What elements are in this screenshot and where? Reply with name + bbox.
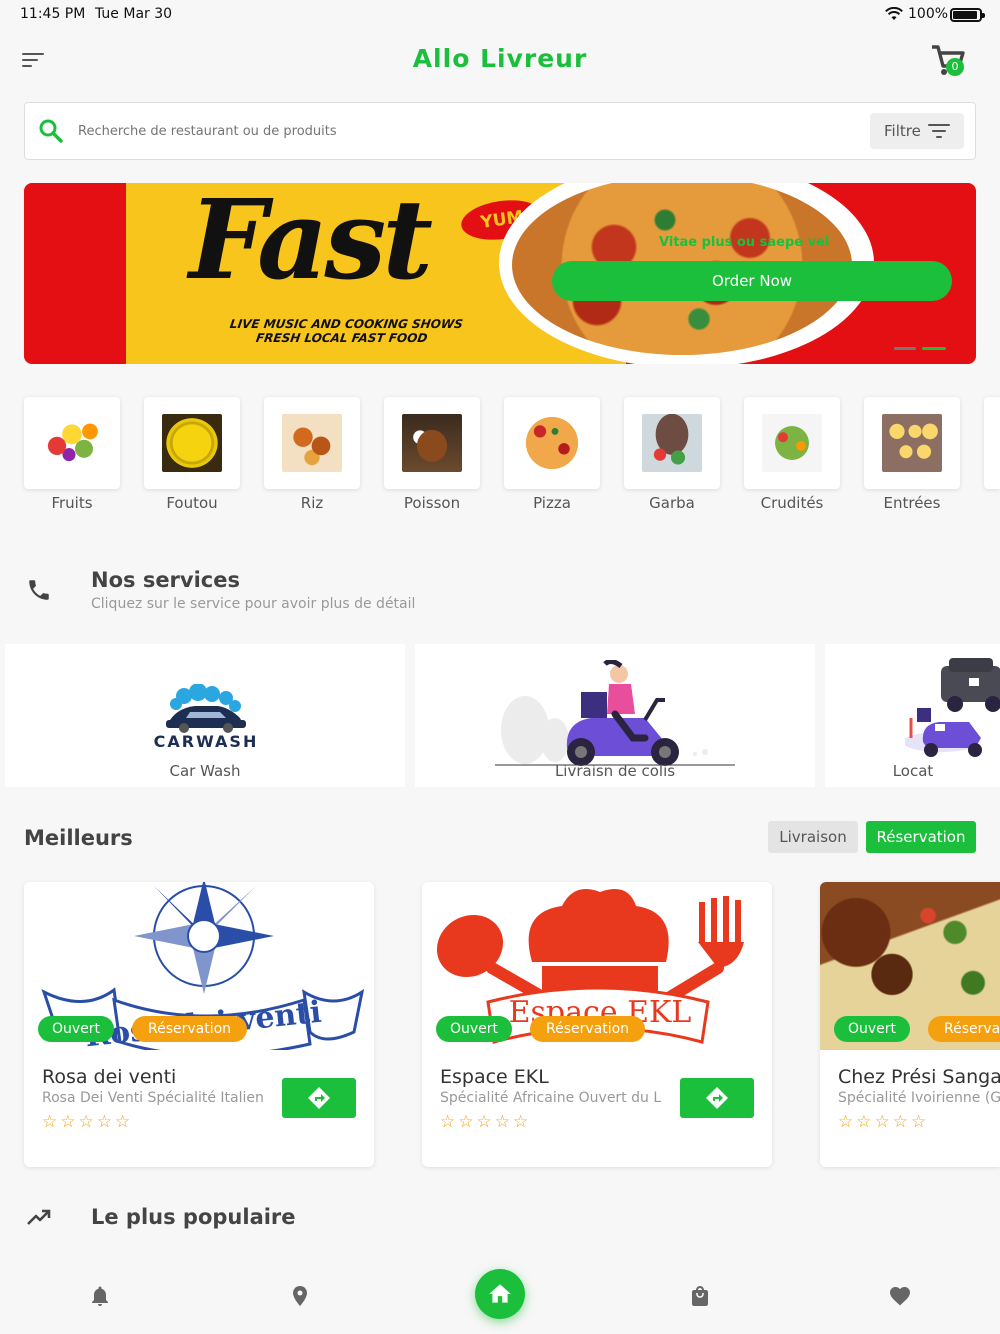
rating-stars: ☆☆☆☆☆ [440, 1112, 532, 1132]
category-label: Crudités [760, 494, 824, 512]
category-label: Foutou [166, 494, 218, 512]
category-label: Poisson [403, 494, 461, 512]
cart-count-badge: 0 [946, 58, 964, 76]
carwash-logo-text: CARWASH [153, 732, 259, 751]
category-card-entrees[interactable] [864, 397, 960, 489]
directions-button[interactable] [282, 1078, 356, 1118]
shopping-bag-icon[interactable] [688, 1284, 712, 1308]
category-card-poisson[interactable] [384, 397, 480, 489]
restaurant-name: Espace EKL [440, 1066, 549, 1088]
app-title: Allo Livreur [412, 44, 588, 73]
badge-open: Ouvert [38, 1016, 115, 1042]
rating-stars: ☆☆☆☆☆ [838, 1112, 930, 1132]
service-card-location[interactable]: Locat [825, 644, 1000, 787]
services-subtitle: Cliquez sur le service pour avoir plus d… [91, 596, 416, 612]
app-root: { "status_bar": {"time": "11:45 PM", "da… [0, 0, 1000, 1334]
category-card-crudites[interactable] [744, 397, 840, 489]
status-bar: 11:45 PM Tue Mar 30 100% [0, 0, 1000, 28]
restaurant-card-presi[interactable]: Ouvert Réserva Chez Prési Sanga Spéciali… [820, 882, 1000, 1167]
wifi-icon [885, 7, 903, 20]
vehicle-rental-icon [905, 658, 1000, 757]
location-pin-icon[interactable] [288, 1284, 312, 1308]
service-label-location: Locat [892, 762, 934, 780]
home-icon [489, 1284, 511, 1303]
best-section-title: Meilleurs [24, 826, 133, 850]
category-card-pizza[interactable] [504, 397, 600, 489]
service-label-carwash: Car Wash [169, 762, 241, 780]
riz-image [282, 414, 342, 472]
badge-reservation: Réservation [132, 1016, 248, 1042]
status-time: 11:45 PM [20, 6, 86, 22]
status-date: Tue Mar 30 [95, 6, 173, 22]
category-label: Entrées [883, 494, 941, 512]
category-card-foutou[interactable] [144, 397, 240, 489]
restaurant-name: Chez Prési Sanga [838, 1066, 1000, 1088]
promo-banner[interactable]: Fast YUM LIVE MUSIC AND COOKING SHOWS FR… [24, 183, 976, 364]
entrees-image [882, 414, 942, 472]
category-card-fruits[interactable] [24, 397, 120, 489]
trending-up-icon [27, 1209, 51, 1225]
banner-tagline-line2: FRESH LOCAL FAST FOOD [255, 331, 429, 345]
rating-stars: ☆☆☆☆☆ [42, 1112, 134, 1132]
order-now-button[interactable]: Order Now [552, 261, 952, 301]
banner-tagline: LIVE MUSIC AND COOKING SHOWS FRESH LOCAL… [227, 317, 464, 345]
category-label: Pizza [533, 494, 571, 512]
directions-icon [308, 1087, 330, 1109]
poisson-image [402, 414, 462, 472]
battery-icon [950, 8, 985, 22]
tab-livraison[interactable]: Livraison [768, 821, 858, 853]
banner-headline: Fast [189, 183, 433, 304]
services-title: Nos services [91, 568, 240, 592]
battery-percent: 100% [908, 6, 949, 22]
crudites-image [762, 414, 822, 472]
restaurant-card-ekl[interactable]: Espace EKL Ouvert Réservation Espace EKL… [422, 882, 772, 1167]
banner-tagline-line1: LIVE MUSIC AND COOKING SHOWS [229, 317, 464, 331]
search-input[interactable] [78, 118, 838, 144]
search-icon[interactable] [38, 118, 64, 144]
garba-image [642, 414, 702, 472]
category-label: Riz [300, 494, 324, 512]
filter-button[interactable]: Filtre [870, 113, 964, 149]
category-label: Garba [649, 494, 695, 512]
tab-reservation[interactable]: Réservation [866, 821, 976, 853]
restaurant-name: Rosa dei venti [42, 1066, 177, 1088]
category-card-partial[interactable] [984, 397, 1000, 489]
home-button[interactable] [475, 1269, 525, 1319]
pizza-image [522, 414, 582, 472]
carousel-dot-2[interactable] [922, 347, 946, 350]
filter-icon [928, 124, 950, 138]
popular-section-title: Le plus populaire [91, 1205, 296, 1229]
bell-icon[interactable] [88, 1284, 112, 1308]
carousel-dot-1[interactable] [894, 347, 916, 350]
service-card-carwash[interactable]: CARWASH Car Wash [5, 644, 405, 787]
category-card-riz[interactable] [264, 397, 360, 489]
filter-label: Filtre [884, 122, 921, 140]
directions-icon [706, 1087, 728, 1109]
heart-icon[interactable] [888, 1284, 912, 1308]
restaurant-description: Spécialité Ivoirienne (G [838, 1090, 1000, 1106]
foutou-image [162, 414, 222, 472]
banner-slogan: Vitae plus ou saepe vel [659, 235, 830, 250]
category-card-garba[interactable] [624, 397, 720, 489]
category-label: Fruits [51, 494, 93, 512]
badge-reservation: Réservation [530, 1016, 646, 1042]
service-label-delivery: Livraisn de colis [554, 762, 676, 780]
badge-open: Ouvert [834, 1016, 911, 1042]
fruits-image [42, 414, 102, 472]
restaurant-description: Spécialité Africaine Ouvert du L [440, 1090, 662, 1106]
restaurant-card-rosa[interactable]: Rosa dei venti Ouvert Réservation Rosa d… [24, 882, 374, 1167]
phone-icon [29, 580, 49, 600]
badge-open: Ouvert [436, 1016, 513, 1042]
service-card-delivery[interactable]: Livraisn de colis [415, 644, 815, 787]
directions-button[interactable] [680, 1078, 754, 1118]
restaurant-description: Rosa Dei Venti Spécialité Italienne [42, 1090, 264, 1106]
delivery-scooter-icon [495, 660, 735, 766]
badge-reservation: Réserva [928, 1016, 1000, 1042]
